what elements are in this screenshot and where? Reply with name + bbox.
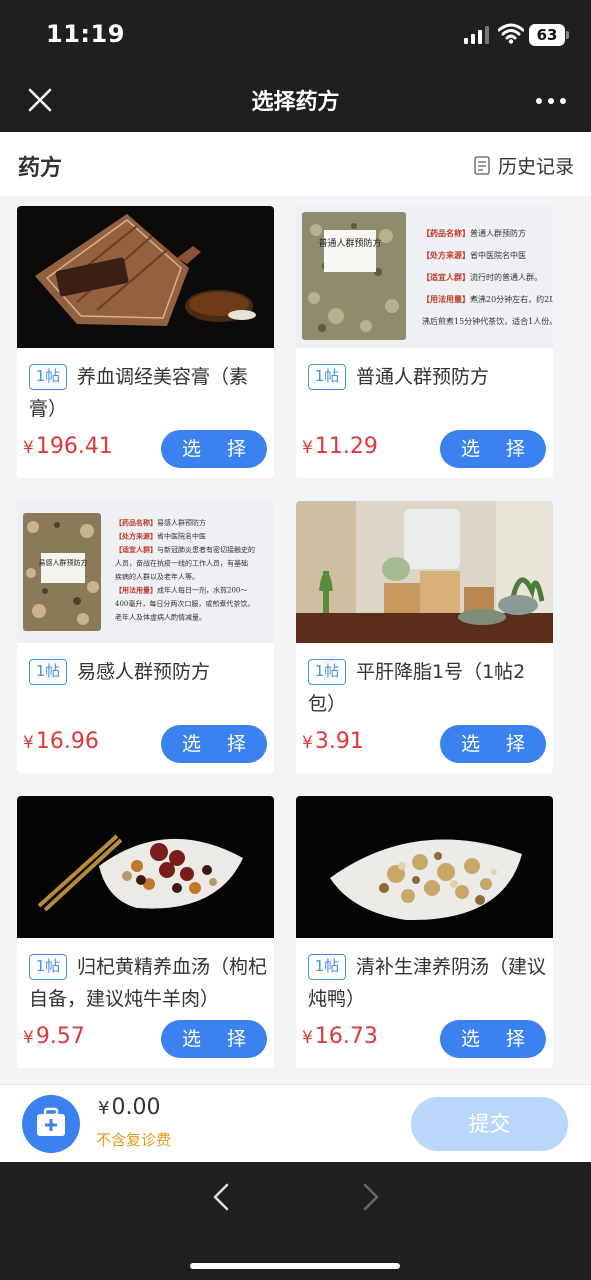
product-card[interactable]: 1帖 归杞黄精养血汤（枸杞自备，建议炖牛羊肉） ¥9.57 选 择 [17, 796, 274, 1068]
total-price: ¥0.00 [98, 1095, 160, 1120]
price-value: 16.96 [35, 729, 99, 754]
submit-button[interactable]: 提交 [411, 1097, 568, 1151]
product-card[interactable]: 1帖 养血调经美容膏（素膏） ¥196.41 选 择 [17, 206, 274, 478]
product-image [17, 796, 274, 938]
total-value: 0.00 [111, 1095, 161, 1120]
currency-symbol: ¥ [98, 1098, 110, 1119]
product-image: 易感人群预防方 【药品名称】易感人群预防方 【处方来源】省中医院名中医【适宜人群】… [17, 501, 274, 643]
status-time: 11:19 [46, 20, 125, 48]
page-title: 选择药方 [251, 90, 340, 115]
price-value: 3.91 [314, 729, 364, 754]
status-bar: 11:19 63 [0, 0, 591, 70]
product-name: 清补生津养阴汤（建议炖鸭） [308, 956, 547, 1010]
price-value: 11.29 [314, 434, 378, 459]
product-card[interactable]: 易感人群预防方 【药品名称】易感人群预防方 【处方来源】省中医院名中医【适宜人群】… [17, 501, 274, 773]
fee-note: 不含复诊费 [96, 1131, 172, 1149]
label-line: 400毫升，每日分两次口服，或煎煮代茶饮。 [115, 599, 254, 608]
select-button[interactable]: 选 择 [440, 430, 546, 468]
product-price: ¥3.91 [302, 729, 364, 754]
product-image: 普通人群预防方 【药品名称】普通人群预防方 【处方来源】省中医院名中医【适宜人群】… [296, 206, 553, 348]
history-label: 历史记录 [498, 155, 575, 178]
forward-arrow-icon[interactable] [356, 1182, 384, 1212]
select-button[interactable]: 选 择 [161, 1020, 267, 1058]
product-price: ¥9.57 [23, 1024, 85, 1049]
product-card[interactable]: 1帖 清补生津养阴汤（建议炖鸭） ¥16.73 选 择 [296, 796, 553, 1068]
currency-symbol: ¥ [302, 733, 313, 753]
checkout-bar: ¥0.00 不含复诊费 提交 [0, 1084, 591, 1162]
label-line: 【适宜人群】流行时的普通人群。 [422, 272, 542, 282]
label-line: 【用法用量】煮沸20分钟左右，约2L锅 [422, 294, 553, 304]
product-price: ¥16.73 [302, 1024, 378, 1049]
label-line: 【适宜人群】与新冠肺炎患者有密切接触史的 [115, 545, 255, 554]
medicine-box-button[interactable] [22, 1095, 80, 1153]
section-header: 药方 历史记录 [0, 132, 591, 196]
price-value: 16.73 [314, 1024, 378, 1049]
home-indicator[interactable] [190, 1263, 400, 1269]
product-name: 平肝降脂1号（1帖2包） [308, 661, 526, 715]
product-price: ¥196.41 [23, 434, 113, 459]
medicine-box-icon [37, 1107, 65, 1136]
product-name: 养血调经美容膏（素膏） [29, 366, 249, 420]
product-name: 易感人群预防方 [77, 661, 211, 683]
product-image [17, 206, 274, 348]
wifi-icon [498, 23, 524, 44]
product-image [296, 501, 553, 643]
bag-label: 普通人群预防方 [318, 237, 381, 249]
product-name: 普通人群预防方 [356, 366, 490, 388]
battery-icon: 63 [529, 24, 565, 46]
currency-symbol: ¥ [302, 1028, 313, 1048]
product-image [296, 796, 553, 938]
label-line: 【处方来源】省中医院名中医 [115, 532, 206, 541]
product-card[interactable]: 1帖 平肝降脂1号（1帖2包） ¥3.91 选 择 [296, 501, 553, 773]
product-price: ¥16.96 [23, 729, 99, 754]
history-button[interactable]: 历史记录 [474, 152, 574, 178]
cell-signal-icon [464, 26, 489, 44]
select-button[interactable]: 选 择 [161, 725, 267, 763]
currency-symbol: ¥ [302, 438, 313, 458]
bag-label: 易感人群预防方 [39, 558, 88, 567]
product-name: 归杞黄精养血汤（枸杞自备，建议炖牛羊肉） [29, 956, 268, 1010]
currency-symbol: ¥ [23, 733, 34, 753]
product-card[interactable]: 普通人群预防方 【药品名称】普通人群预防方 【处方来源】省中医院名中医【适宜人群】… [296, 206, 553, 478]
top-bar: 11:19 63 选择药方 [0, 0, 591, 132]
product-price: ¥11.29 [302, 434, 378, 459]
more-icon[interactable] [535, 96, 567, 106]
select-button[interactable]: 选 择 [440, 725, 546, 763]
label-line: 老年人及体虚病人酌情减量。 [115, 613, 206, 622]
label-line: 疾病的人群以及老年人等。 [115, 572, 199, 581]
label-line: 【药品名称】普通人群预防方 [422, 228, 526, 238]
label-line: 人员，奋战在抗疫一线的工作人员，有基础 [115, 559, 248, 568]
nav-bar: 选择药方 [0, 70, 591, 132]
label-line: 【药品名称】易感人群预防方 [115, 518, 206, 527]
browser-toolbar [0, 1162, 591, 1280]
price-value: 9.57 [35, 1024, 85, 1049]
battery-tip [566, 31, 569, 39]
select-button[interactable]: 选 择 [161, 430, 267, 468]
price-value: 196.41 [35, 434, 113, 459]
back-arrow-icon[interactable] [208, 1182, 236, 1212]
currency-symbol: ¥ [23, 1028, 34, 1048]
product-grid: 1帖 养血调经美容膏（素膏） ¥196.41 选 择 普通人群预防方 【药品名称… [0, 196, 591, 1084]
select-button[interactable]: 选 择 [440, 1020, 546, 1058]
section-title: 药方 [18, 156, 63, 181]
history-icon [474, 156, 490, 175]
label-line: 【用法用量】成年人每日一剂，水煎200～ [115, 586, 247, 595]
currency-symbol: ¥ [23, 438, 34, 458]
label-line: 【处方来源】省中医院名中医 [422, 250, 526, 260]
label-line: 沸后煎煮15分钟代茶饮，适合1人份。 [422, 316, 553, 326]
